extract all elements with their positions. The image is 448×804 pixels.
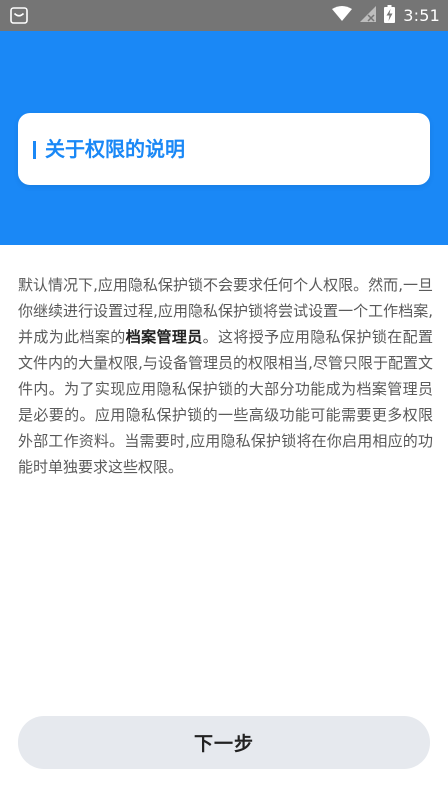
permission-description: 默认情况下,应用隐私保护锁不会要求任何个人权限。然而,一旦你继续进行设置过程,应…	[18, 272, 433, 480]
status-icons: 3:51	[332, 0, 440, 31]
notification-icon	[10, 7, 28, 24]
description-text-part-2: 。这将授予应用隐私保护锁在配置文件内的大量权限,与设备管理员的权限相当,尽管只限…	[18, 328, 433, 476]
wifi-icon	[332, 5, 353, 26]
title-accent-bar	[33, 141, 36, 159]
title-card: 关于权限的说明	[18, 113, 430, 185]
status-bar: 3:51	[0, 0, 448, 31]
profile-admin-emphasis: 档案管理员	[125, 328, 203, 346]
signal-icon	[360, 5, 377, 26]
status-time: 3:51	[403, 6, 440, 25]
page-title: 关于权限的说明	[45, 137, 185, 161]
battery-charging-icon	[384, 4, 396, 27]
next-step-button[interactable]: 下一步	[18, 716, 430, 769]
